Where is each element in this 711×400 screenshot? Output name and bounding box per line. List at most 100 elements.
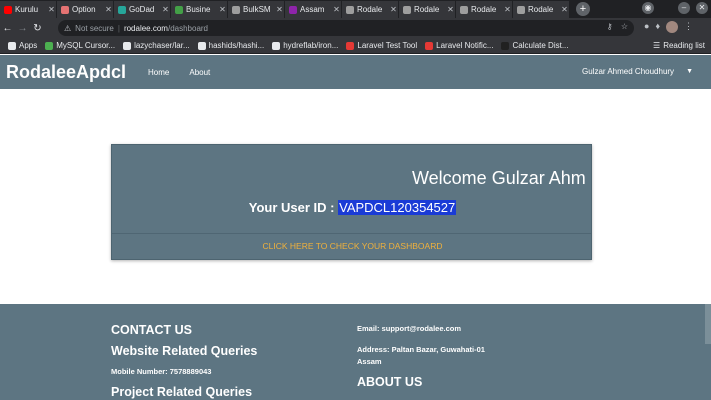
browser-tab[interactable]: GoDad ✕	[114, 1, 171, 18]
bookmark-icon	[45, 41, 54, 50]
bookmark-item[interactable]: hydreflab/iron...	[272, 41, 338, 50]
contact-email: Email: support@rodalee.com	[357, 324, 462, 333]
close-icon[interactable]: ✕	[503, 5, 512, 14]
bookmark-item[interactable]: MySQL Cursor...	[45, 41, 115, 50]
bookmark-label: Calculate Dist...	[512, 41, 569, 50]
bookmark-star-icon[interactable]: ☆	[621, 22, 628, 31]
bookmark-icon	[272, 41, 281, 50]
browser-tab[interactable]: Rodale ✕	[456, 1, 513, 18]
browser-tab[interactable]: Rodale ✕	[342, 1, 399, 18]
reading-list-icon: ☰	[653, 41, 661, 50]
caret-down-icon: ▼	[686, 68, 693, 75]
tab-label: Assam	[300, 5, 325, 14]
user-id-value: VAPDCL120354527	[338, 200, 457, 215]
reading-list-label: Reading list	[663, 41, 705, 50]
tab-label: Rodale	[414, 5, 440, 14]
tab-search-icon[interactable]: ◉	[642, 2, 654, 14]
bookmark-label: Apps	[19, 41, 38, 50]
page-content: Welcome Gulzar Ahm Your User ID : VAPDCL…	[0, 89, 711, 304]
browser-tab[interactable]: Kurulu ✕	[0, 1, 57, 18]
close-icon[interactable]: ✕	[275, 5, 284, 14]
omnibox-actions: ⚷ ☆	[607, 22, 628, 31]
tab-label: BulkSM	[243, 5, 271, 14]
nav-home[interactable]: Home	[148, 68, 169, 77]
new-tab-button[interactable]: +	[576, 2, 590, 16]
bookmark-label: Laravel Test Tool	[357, 41, 418, 50]
bookmark-item[interactable]: Calculate Dist...	[501, 41, 569, 50]
tab-label: GoDad	[129, 5, 155, 14]
bookmark-item[interactable]: Apps	[8, 41, 37, 50]
browser-toolbar: ← → ↻ ⚠ Not secure | rodalee.com/dashboa…	[0, 18, 711, 38]
bookmark-item[interactable]: Laravel Test Tool	[346, 41, 417, 50]
close-icon[interactable]: ✕	[104, 5, 113, 14]
bookmark-icon	[501, 41, 510, 50]
url-host: rodalee.com	[123, 23, 168, 33]
menu-dots-icon[interactable]: ⋮	[684, 21, 693, 33]
about-title: ABOUT US	[357, 375, 423, 389]
bookmark-icon	[197, 41, 206, 50]
close-window-icon[interactable]: ✕	[696, 2, 708, 14]
footer-about-column: Email: support@rodalee.com Address: Palt…	[357, 323, 607, 389]
close-icon[interactable]: ✕	[218, 5, 227, 14]
url-path: /dashboard	[167, 23, 208, 33]
site-brand[interactable]: RodaleeApdcl	[6, 62, 126, 83]
bookmarks-bar: Apps MySQL Cursor... lazychaser/lar... hash…	[0, 38, 711, 54]
back-icon[interactable]: ←	[0, 23, 15, 34]
contact-address: Address: Paltan Bazar, Guwahati-01	[357, 345, 485, 354]
reload-icon[interactable]: ↻	[30, 23, 45, 34]
tab-favicon-icon	[403, 5, 411, 14]
bookmark-item[interactable]: lazychaser/lar...	[123, 41, 190, 50]
browser-tab[interactable]: Assam ✕	[285, 1, 342, 18]
profile-avatar[interactable]	[666, 21, 679, 33]
welcome-card: Welcome Gulzar Ahm Your User ID : VAPDCL…	[111, 144, 592, 260]
reading-list[interactable]: ☰ Reading list	[653, 41, 705, 50]
user-id-line: Your User ID : VAPDCL120354527	[112, 200, 591, 215]
browser-tab[interactable]: Busine ✕	[171, 1, 228, 18]
close-icon[interactable]: ✕	[446, 5, 455, 14]
footer-contact-column: CONTACT US Website Related Queries Mobil…	[111, 323, 341, 399]
tab-favicon-icon	[460, 5, 468, 14]
tab-favicon-icon	[517, 5, 525, 14]
bookmark-icon	[425, 41, 434, 50]
close-icon[interactable]: ✕	[332, 5, 341, 14]
tab-label: Rodale	[357, 5, 383, 14]
forward-icon[interactable]: →	[15, 23, 30, 34]
tab-favicon-icon	[118, 5, 126, 14]
minimize-icon[interactable]: –	[678, 2, 690, 14]
tab-label: Option	[72, 5, 96, 14]
browser-tab[interactable]: Rodale ✕	[399, 1, 456, 18]
extension-icon[interactable]: ●	[644, 21, 649, 33]
bookmark-item[interactable]: hashids/hashi...	[197, 41, 264, 50]
site-footer: CONTACT US Website Related Queries Mobil…	[0, 304, 711, 400]
browser-tab[interactable]: BulkSM ✕	[228, 1, 285, 18]
site-navbar: RodaleeApdcl Home About Gulzar Ahmed Cho…	[0, 55, 711, 89]
toolbar-right: ● ♦ ⋮	[644, 21, 693, 33]
tab-favicon-icon	[4, 5, 12, 14]
welcome-heading: Welcome Gulzar Ahm	[412, 168, 586, 188]
close-icon[interactable]: ✕	[389, 5, 398, 14]
contact-address-state: Assam	[357, 357, 382, 366]
close-icon[interactable]: ✕	[560, 5, 569, 14]
browser-tab[interactable]: Rodale ✕	[513, 1, 570, 18]
key-icon[interactable]: ⚷	[607, 22, 613, 31]
user-name: Gulzar Ahmed Choudhury	[582, 67, 675, 76]
bookmark-item[interactable]: Laravel Notific...	[425, 41, 493, 50]
address-bar[interactable]: ⚠ Not secure | rodalee.com/dashboard ⚷ ☆	[58, 20, 634, 36]
card-divider	[112, 233, 591, 234]
website-queries-title: Website Related Queries	[111, 344, 258, 358]
bookmark-icon	[8, 41, 16, 50]
tab-label: Rodale	[528, 5, 554, 14]
close-icon[interactable]: ✕	[47, 5, 56, 14]
user-menu[interactable]: Gulzar Ahmed Choudhury ▼	[582, 67, 693, 76]
close-icon[interactable]: ✕	[161, 5, 170, 14]
project-queries-title: Project Related Queries	[111, 385, 253, 399]
nav-about[interactable]: About	[189, 68, 210, 77]
tab-label: Busine	[186, 5, 211, 14]
dashboard-link[interactable]: CLICK HERE TO CHECK YOUR DASHBOARD	[112, 241, 591, 251]
separator: |	[117, 23, 120, 33]
puzzle-icon[interactable]: ♦	[655, 21, 660, 33]
warning-icon[interactable]: ⚠	[64, 24, 71, 33]
security-label: Not secure	[75, 23, 114, 33]
scrollbar-thumb[interactable]	[705, 304, 711, 344]
browser-tab[interactable]: Option ✕	[57, 1, 114, 18]
